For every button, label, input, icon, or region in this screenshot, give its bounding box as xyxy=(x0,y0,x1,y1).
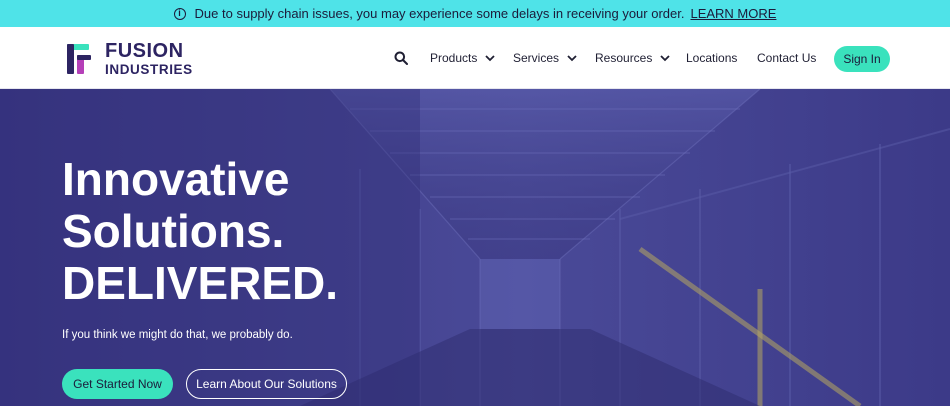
nav-services[interactable]: Services xyxy=(513,51,578,65)
hero-title-line-1: Innovative xyxy=(62,153,290,205)
get-started-button[interactable]: Get Started Now xyxy=(62,369,173,399)
hero-title: Innovative Solutions. DELIVERED. xyxy=(62,153,338,309)
nav-products-label: Products xyxy=(430,51,478,65)
hero-section: Innovative Solutions. DELIVERED. If you … xyxy=(0,89,950,406)
chevron-down-icon xyxy=(567,55,577,62)
learn-more-link[interactable]: LEARN MORE xyxy=(690,6,776,21)
chevron-down-icon xyxy=(485,55,495,62)
sign-in-button[interactable]: Sign In xyxy=(834,46,890,72)
info-icon: i xyxy=(173,7,186,20)
site-header: FUSION INDUSTRIES Products Services Reso… xyxy=(0,27,950,89)
search-icon xyxy=(394,51,408,65)
announcement-bar: i Due to supply chain issues, you may ex… xyxy=(0,0,950,27)
learn-about-solutions-button[interactable]: Learn About Our Solutions xyxy=(186,369,347,399)
hero-subtitle: If you think we might do that, we probab… xyxy=(62,329,293,341)
nav-services-label: Services xyxy=(513,51,560,65)
hero-title-line-2: Solutions. xyxy=(62,205,285,257)
logo-mark-icon xyxy=(67,43,91,74)
chevron-down-icon xyxy=(660,55,670,62)
nav-contact-us[interactable]: Contact Us xyxy=(757,51,816,65)
nav-resources[interactable]: Resources xyxy=(595,51,671,65)
nav-products[interactable]: Products xyxy=(430,51,496,65)
nav-resources-label: Resources xyxy=(595,51,653,65)
hero-title-line-3: DELIVERED. xyxy=(62,257,339,309)
logo-text-fusion: FUSION xyxy=(105,40,184,62)
search-button[interactable] xyxy=(394,27,408,89)
nav-locations[interactable]: Locations xyxy=(686,51,737,65)
logo-text-industries: INDUSTRIES xyxy=(105,62,193,77)
logo[interactable]: FUSION INDUSTRIES xyxy=(67,41,193,77)
announcement-message: Due to supply chain issues, you may expe… xyxy=(194,6,685,21)
